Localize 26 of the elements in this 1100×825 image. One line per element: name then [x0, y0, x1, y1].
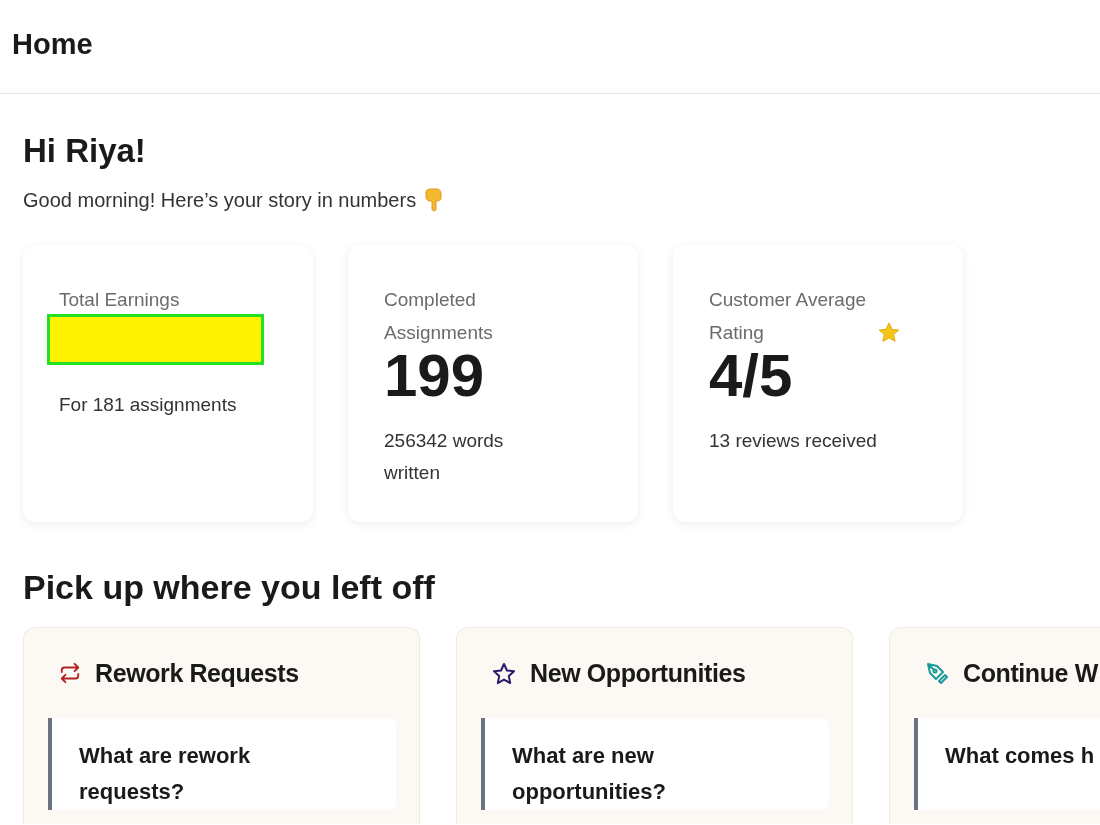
stat-label: Customer Average Rating	[709, 288, 867, 346]
stat-note: 13 reviews received	[709, 429, 878, 454]
card-title: Continue W	[963, 657, 1098, 689]
card-title: Rework Requests	[95, 657, 299, 689]
stat-value: 199	[384, 347, 485, 406]
stat-label: Total Earnings	[59, 288, 181, 313]
info-question: What comes h	[945, 742, 1096, 771]
info-question: What are new opportunities?	[512, 742, 667, 807]
card-title: New Opportunities	[530, 657, 746, 689]
info-question: What are rework requests?	[79, 742, 252, 807]
hand-pointing-down-icon	[424, 188, 445, 213]
greeting-heading: Hi Riya!	[23, 131, 147, 171]
star-outline-icon	[492, 661, 516, 685]
greeting-subtitle: Good morning! Here’s your story in numbers	[23, 188, 417, 214]
stat-note: For 181 assignments	[59, 393, 238, 418]
star-icon	[878, 322, 900, 344]
info-panel[interactable]: What are rework requests?	[48, 718, 396, 811]
info-panel[interactable]: What are new opportunities?	[481, 718, 829, 811]
section-heading: Pick up where you left off	[23, 567, 436, 609]
stat-label: Completed Assignments	[384, 288, 494, 346]
page-title: Home	[12, 26, 93, 62]
stat-note: 256342 words written	[384, 429, 505, 486]
pen-icon	[925, 661, 949, 686]
stat-value: 4/5	[709, 347, 794, 406]
repeat-icon	[59, 662, 81, 685]
info-panel[interactable]: What comes h	[914, 718, 1100, 811]
